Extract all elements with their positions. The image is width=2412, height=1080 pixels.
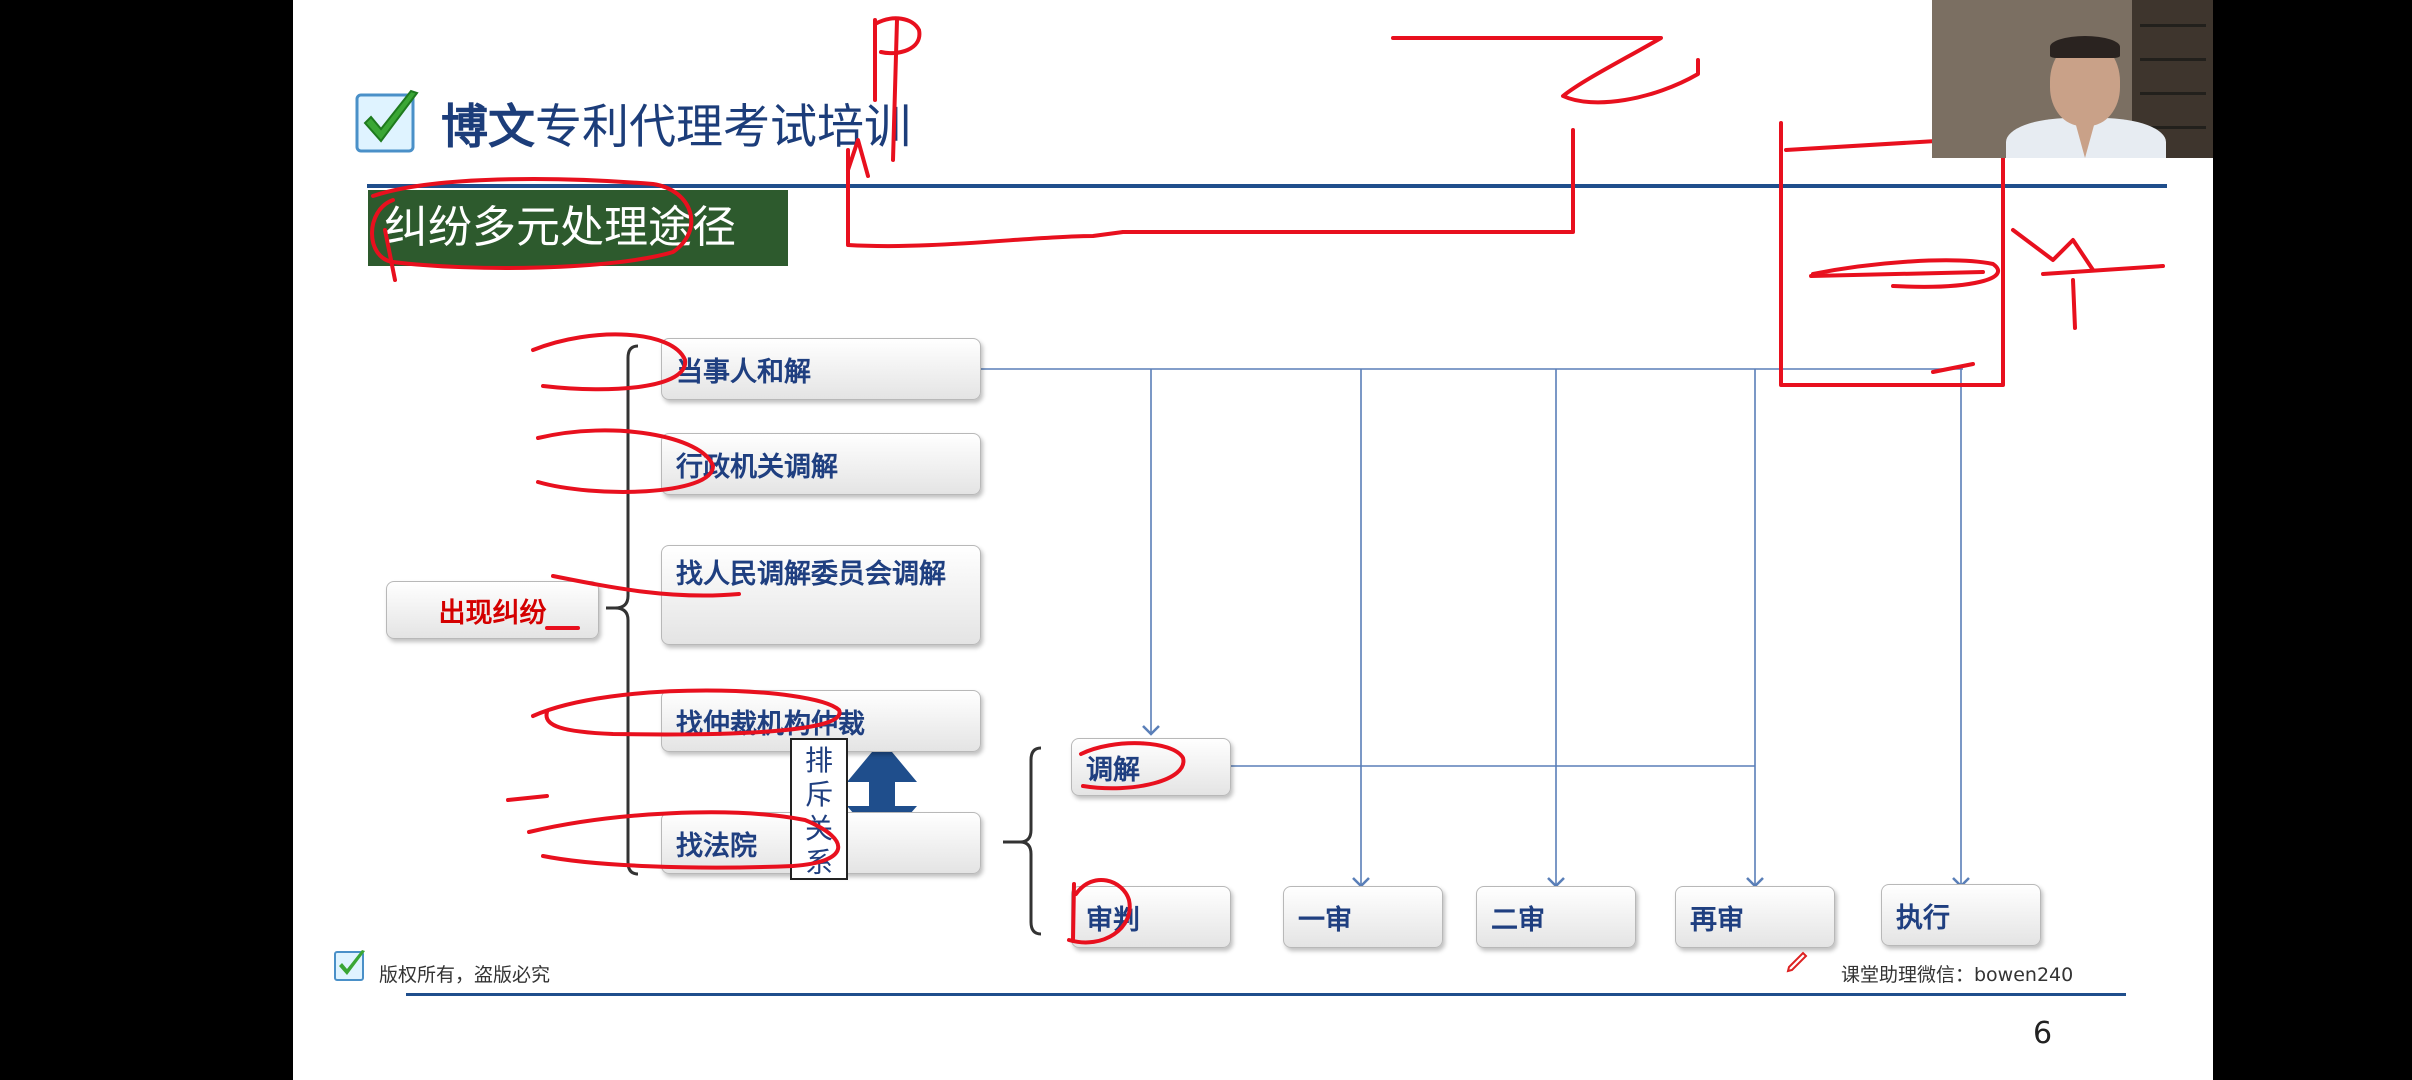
connector-lines [981, 368, 1970, 888]
pen-icon[interactable] [1785, 950, 1809, 974]
court-node-trial: 审判 [1071, 886, 1231, 948]
stage-node-first-instance: 一审 [1283, 886, 1443, 948]
exclusive-relation-label: 排斥关系 [790, 738, 848, 880]
green-check-icon [334, 950, 365, 981]
path-node-peoples-mediation: 找人民调解委员会调解 [661, 545, 981, 645]
presenter-hair [2050, 36, 2120, 58]
path-node-reconciliation: 当事人和解 [661, 338, 981, 400]
footer-copyright: 版权所有，盗版必究 [379, 964, 551, 986]
presentation-slide: 博文专利代理考试培训 纠纷多元处理途径 出现纠纷 当事人和解 行政机关调解 找人… [293, 0, 2213, 1080]
footer-contact: 课堂助理微信：bowen240 [1841, 964, 2074, 986]
court-brace [1019, 746, 1042, 936]
stage-node-execution: 执行 [1881, 884, 2041, 946]
stage-node-second-instance: 二审 [1476, 886, 1636, 948]
stage-node-retrial: 再审 [1675, 886, 1835, 948]
root-node-dispute: 出现纠纷 [386, 581, 599, 639]
footer-divider [406, 993, 2126, 996]
slide-page-number: 6 [2033, 1016, 2053, 1051]
court-node-mediation: 调解 [1071, 738, 1231, 796]
root-brace [614, 344, 639, 876]
webcam-feed [1932, 0, 2213, 158]
path-node-administrative-mediation: 行政机关调解 [661, 433, 981, 495]
